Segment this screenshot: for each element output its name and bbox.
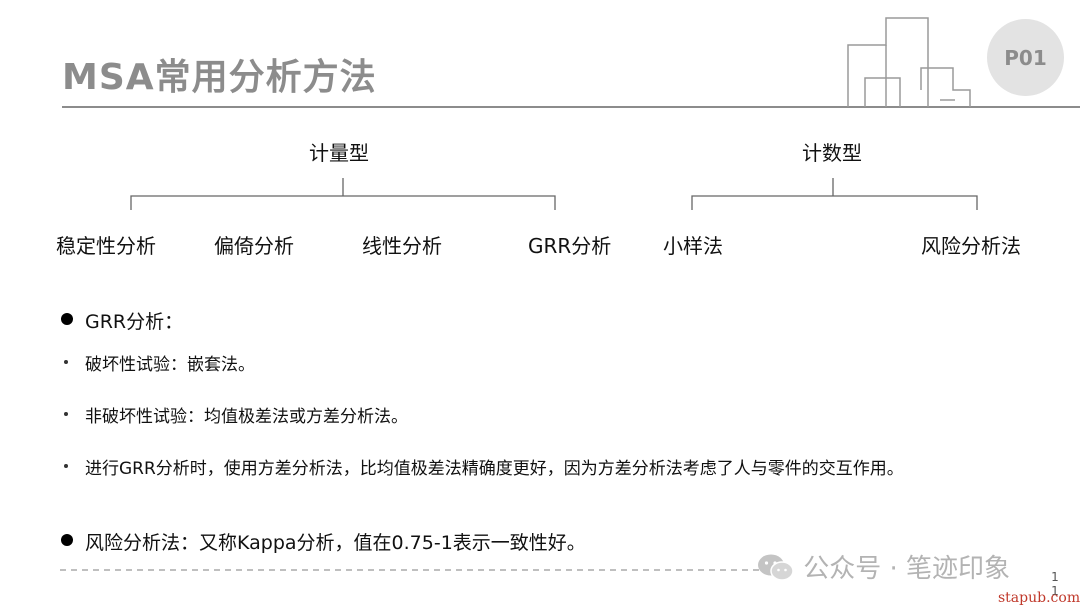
- method-linearity: 线性分析: [362, 234, 442, 258]
- wechat-icon: [758, 554, 794, 581]
- method-bias: 偏倚分析: [214, 234, 294, 258]
- category-attribute: 计数型: [802, 141, 862, 165]
- watermark: 公众号 · 笔迹印象: [757, 548, 1010, 585]
- grr-note-item: 非破坏性试验：均值极差法或方差分析法。: [85, 407, 408, 427]
- bullet-dot-icon: [61, 313, 73, 325]
- risk-note: 风险分析法：又称Kappa分析，值在0.75-1表示一致性好。: [85, 532, 586, 554]
- category-variable: 计量型: [309, 141, 369, 165]
- building-outline-icon: [847, 17, 971, 107]
- grr-note-item: 破坏性试验：嵌套法。: [85, 355, 255, 375]
- sub-bullet-icon: [64, 464, 68, 468]
- watermark-text: 公众号 · 笔迹印象: [803, 554, 1011, 584]
- method-small-sample: 小样法: [663, 234, 723, 258]
- source-label: stapub.com: [998, 590, 1080, 606]
- page-badge: P01: [987, 19, 1064, 96]
- sub-bullet-icon: [64, 360, 68, 364]
- tree-brackets: [130, 178, 978, 210]
- bullet-dot-icon: [61, 534, 73, 546]
- method-risk-analysis: 风险分析法: [921, 234, 1021, 258]
- sub-bullet-icon: [64, 412, 68, 416]
- method-grr: GRR分析: [528, 234, 612, 258]
- grr-note-item: 进行GRR分析时，使用方差分析法，比均值极差法精确度更好，因为方差分析法考虑了人…: [85, 459, 904, 479]
- page-title: MSA常用分析方法: [62, 57, 377, 98]
- method-stability: 稳定性分析: [56, 234, 156, 258]
- attribute-bracket: [691, 178, 978, 210]
- grr-heading: GRR分析：: [85, 311, 184, 333]
- variable-bracket: [130, 178, 556, 210]
